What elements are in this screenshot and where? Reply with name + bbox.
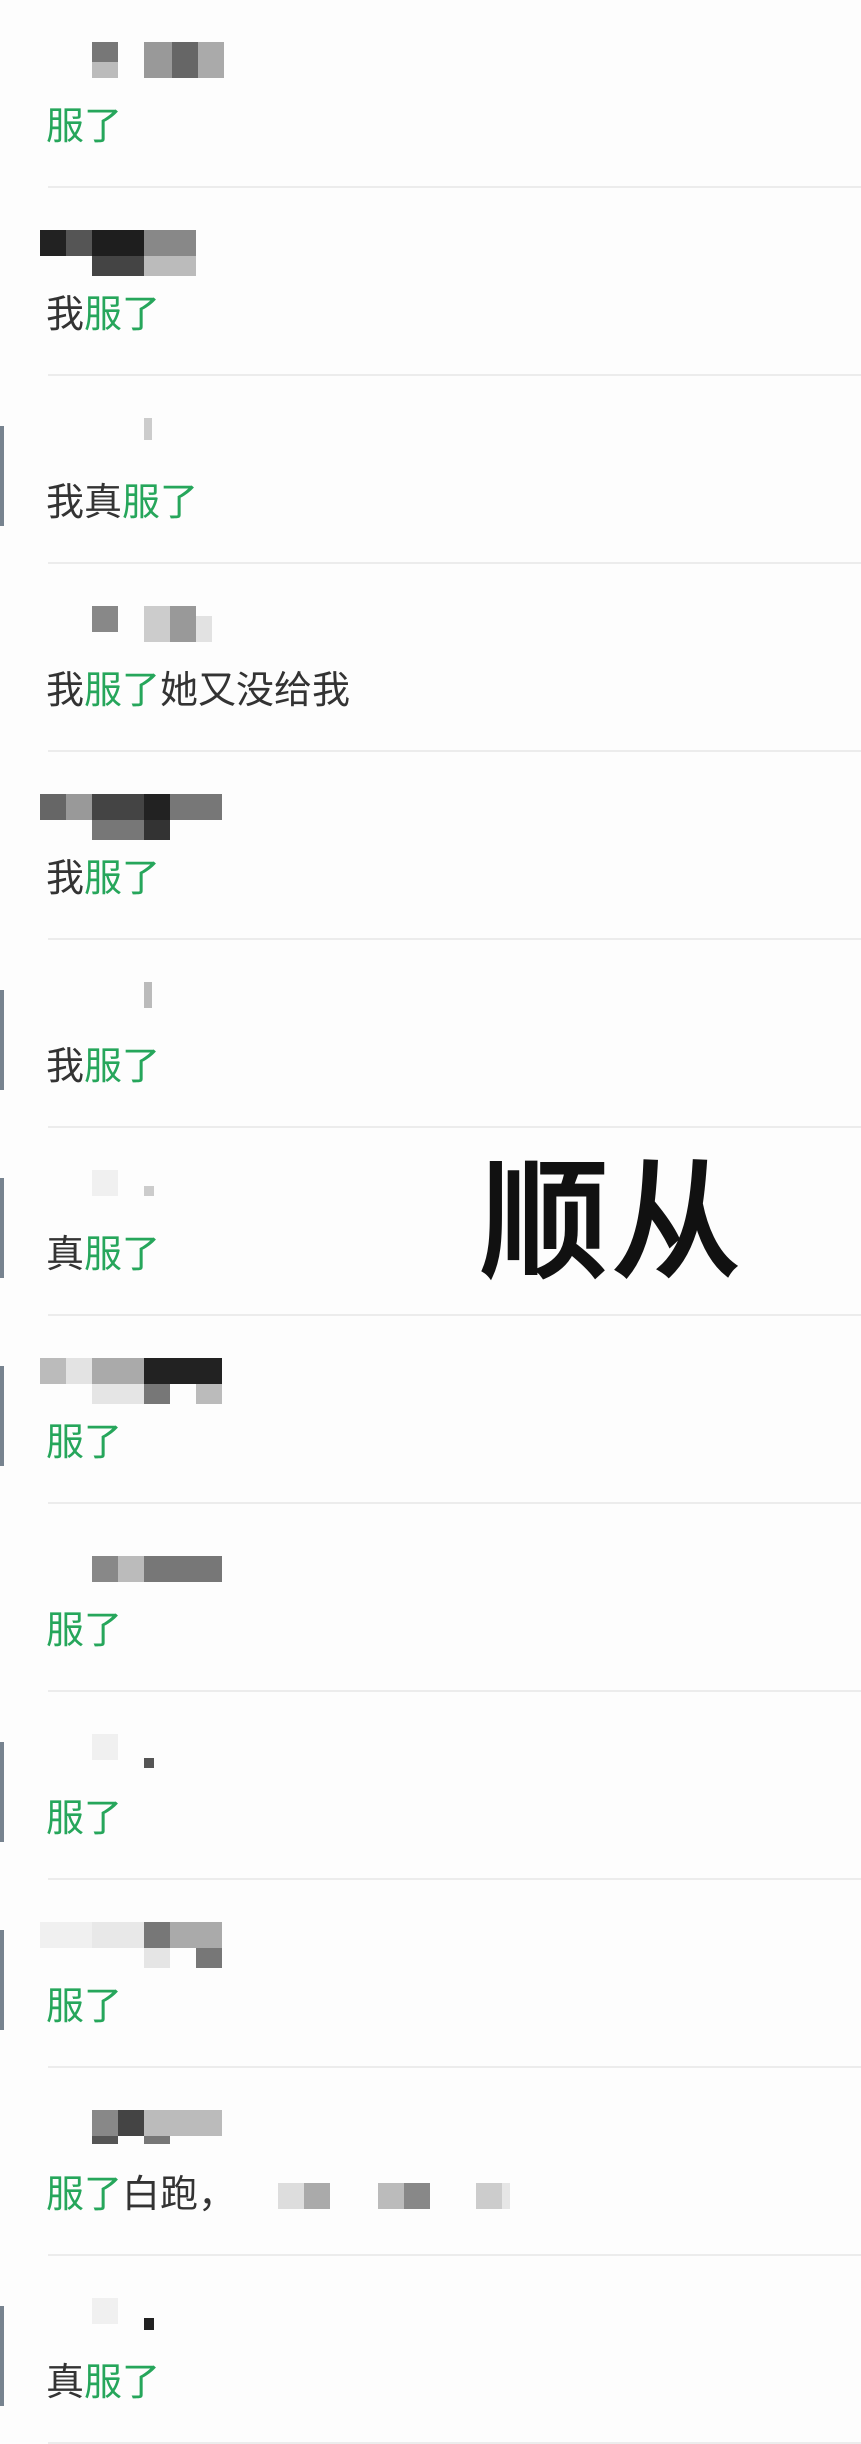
highlight-keyword: 服了 [84,856,161,900]
comment-item[interactable]: 服了 [0,0,861,188]
comment-text: 我服了 [46,1044,161,1088]
highlight-keyword: 服了 [46,1984,123,2028]
username-blurred [40,2298,230,2340]
avatar-edge [0,426,4,526]
highlight-keyword: 服了 [84,2360,161,2404]
comment-text: 服了 [46,1976,122,2036]
username-blurred [40,1922,230,1968]
comment-text: 我服了她又没给我 [46,668,351,712]
username-blurred [40,1734,230,1776]
comment-item[interactable]: 服了 [0,1504,861,1692]
highlight-keyword: 服了 [84,1044,161,1088]
username-blurred [40,982,230,1024]
username-blurred [40,230,230,276]
highlight-keyword: 服了 [46,1420,123,1464]
highlight-keyword: 服了 [84,1232,161,1276]
comment-text: 服了 [46,96,122,156]
comment-text: 服了白跑， [46,2164,511,2224]
highlight-keyword: 服了 [122,480,199,524]
comment-text: 我服了 [46,292,161,336]
comment-item[interactable]: 服了 [0,1692,861,1880]
comment-text: 服了 [46,1412,122,1472]
comment-item[interactable]: 服了 [0,1316,861,1504]
highlight-keyword: 服了 [46,2172,123,2216]
overlay-caption: 顺从 [480,1148,745,1297]
username-blurred [40,794,230,840]
comment-text: 真服了 [46,2360,161,2404]
username-blurred [40,606,230,648]
username-blurred [40,1170,230,1212]
username-blurred [40,1358,230,1404]
comment-text: 真服了 [46,1232,161,1276]
comment-item[interactable]: 我服了 [0,188,861,376]
comment-item[interactable]: 我服了 [0,752,861,940]
comment-item[interactable]: 真服了 [0,2256,861,2444]
highlight-keyword: 服了 [84,668,161,712]
username-blurred [40,42,230,84]
highlight-keyword: 服了 [46,1608,123,1652]
username-blurred [40,1546,230,1588]
comment-item[interactable]: 我服了 [0,940,861,1128]
comment-item[interactable]: 服了白跑， [0,2068,861,2256]
avatar-edge [0,1178,4,1278]
highlight-keyword: 服了 [46,104,123,148]
comment-blurred-tail [250,2182,511,2211]
avatar-edge [0,990,4,1090]
avatar-edge [0,2306,4,2406]
comment-text: 服了 [46,1600,122,1660]
comment-text: 我服了 [46,856,161,900]
highlight-keyword: 服了 [84,292,161,336]
avatar-edge [0,1742,4,1842]
avatar-edge [0,1366,4,1466]
highlight-keyword: 服了 [46,1796,123,1840]
comment-text: 服了 [46,1788,122,1848]
comment-item[interactable]: 我真服了 [0,376,861,564]
username-blurred [40,418,230,460]
comment-text: 我真服了 [46,480,199,524]
comment-item[interactable]: 服了 [0,1880,861,2068]
username-blurred [40,2110,230,2152]
comment-item[interactable]: 我服了她又没给我 [0,564,861,752]
avatar-edge [0,1930,4,2030]
